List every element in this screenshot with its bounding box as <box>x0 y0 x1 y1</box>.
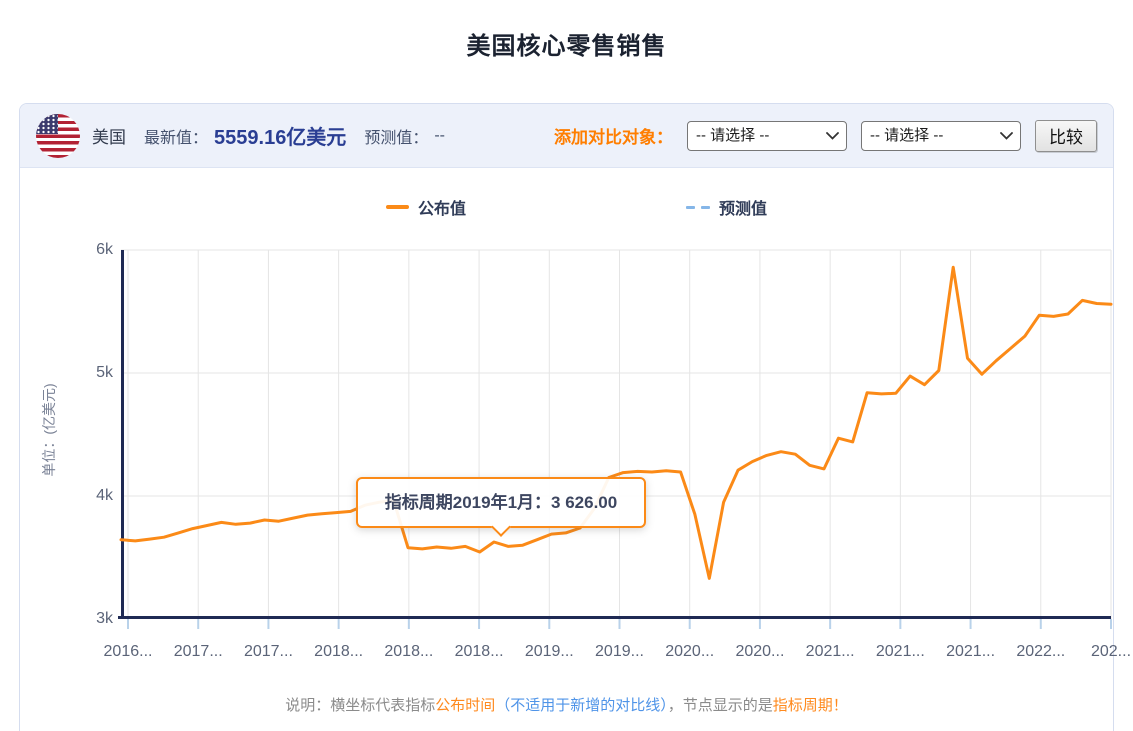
x-axis-label: 2017... <box>233 643 303 661</box>
legend-label: 公布值 <box>418 195 466 219</box>
compare-label: 添加对比对象： <box>554 123 673 148</box>
x-axis-label: 2021... <box>795 643 865 661</box>
info-bar: 美国 最新值： 5559.16亿美元 预测值： -- 添加对比对象： -- 请选… <box>20 104 1113 168</box>
plot-area[interactable] <box>121 250 1111 619</box>
footer-segment: 说明：横坐标代表指标 <box>285 697 435 714</box>
compare-controls: 添加对比对象： -- 请选择 -- -- 请选择 -- 比较 <box>554 120 1097 152</box>
footer-note: 说明：横坐标代表指标公布时间（不适用于新增的对比线），节点显示的是指标周期！ <box>20 694 1113 715</box>
compare-select-2[interactable]: -- 请选择 -- <box>861 121 1021 151</box>
us-flag-icon <box>36 114 80 158</box>
forecast-value: -- <box>434 127 445 145</box>
compare-select-1-wrap: -- 请选择 -- <box>687 121 847 151</box>
line-chart <box>121 250 1111 630</box>
footer-segment: ，节点显示的是 <box>668 697 773 714</box>
compare-select-1[interactable]: -- 请选择 -- <box>687 121 847 151</box>
legend-dash-swatch <box>686 206 710 209</box>
legend-item-forecast[interactable]: 预测值 <box>686 197 767 217</box>
legend-item-published[interactable]: 公布值 <box>386 197 466 217</box>
forecast-label: 预测值： <box>364 124 428 148</box>
x-axis-label: 2021... <box>865 643 935 661</box>
latest-value-label: 最新值： <box>144 124 208 148</box>
compare-button[interactable]: 比较 <box>1035 120 1097 152</box>
latest-value: 5559.16亿美元 <box>214 121 346 150</box>
x-axis-label: 2017... <box>163 643 233 661</box>
indicator-panel: 美国 最新值： 5559.16亿美元 预测值： -- 添加对比对象： -- 请选… <box>19 103 1114 731</box>
legend-line-swatch <box>386 205 409 209</box>
page-title: 美国核心零售销售 <box>0 26 1133 61</box>
x-axis-label: 2022... <box>1006 643 1076 661</box>
y-axis-label: 6k <box>78 241 113 259</box>
x-axis-label: 2018... <box>374 643 444 661</box>
compare-select-2-wrap: -- 请选择 -- <box>861 121 1021 151</box>
tooltip: 指标周期2019年1月：3 626.00 <box>356 477 646 528</box>
footer-segment: （不适用于新增的对比线） <box>495 697 668 714</box>
x-axis-label: 2019... <box>585 643 655 661</box>
x-axis-label: 2016... <box>93 643 163 661</box>
chart-panel: 公布值 预测值 单位：(亿美元) 指标周期2019年1月：3 626.00 说明… <box>20 168 1113 731</box>
y-axis-label: 3k <box>78 610 113 628</box>
legend-label: 预测值 <box>719 195 767 219</box>
country-name: 美国 <box>92 123 126 148</box>
footer-segment: 公布时间 <box>435 697 495 714</box>
x-axis-label: 2018... <box>444 643 514 661</box>
x-axis-label: 2018... <box>304 643 374 661</box>
y-axis-title: 单位：(亿美元) <box>39 383 59 476</box>
x-axis-label: 202... <box>1076 643 1133 661</box>
y-axis-label: 5k <box>78 364 113 382</box>
footer-segment: 指标周期！ <box>773 697 848 714</box>
x-axis-label: 2019... <box>514 643 584 661</box>
x-axis-label: 2020... <box>725 643 795 661</box>
x-axis-label: 2020... <box>655 643 725 661</box>
x-axis-label: 2021... <box>936 643 1006 661</box>
y-axis-label: 4k <box>78 487 113 505</box>
